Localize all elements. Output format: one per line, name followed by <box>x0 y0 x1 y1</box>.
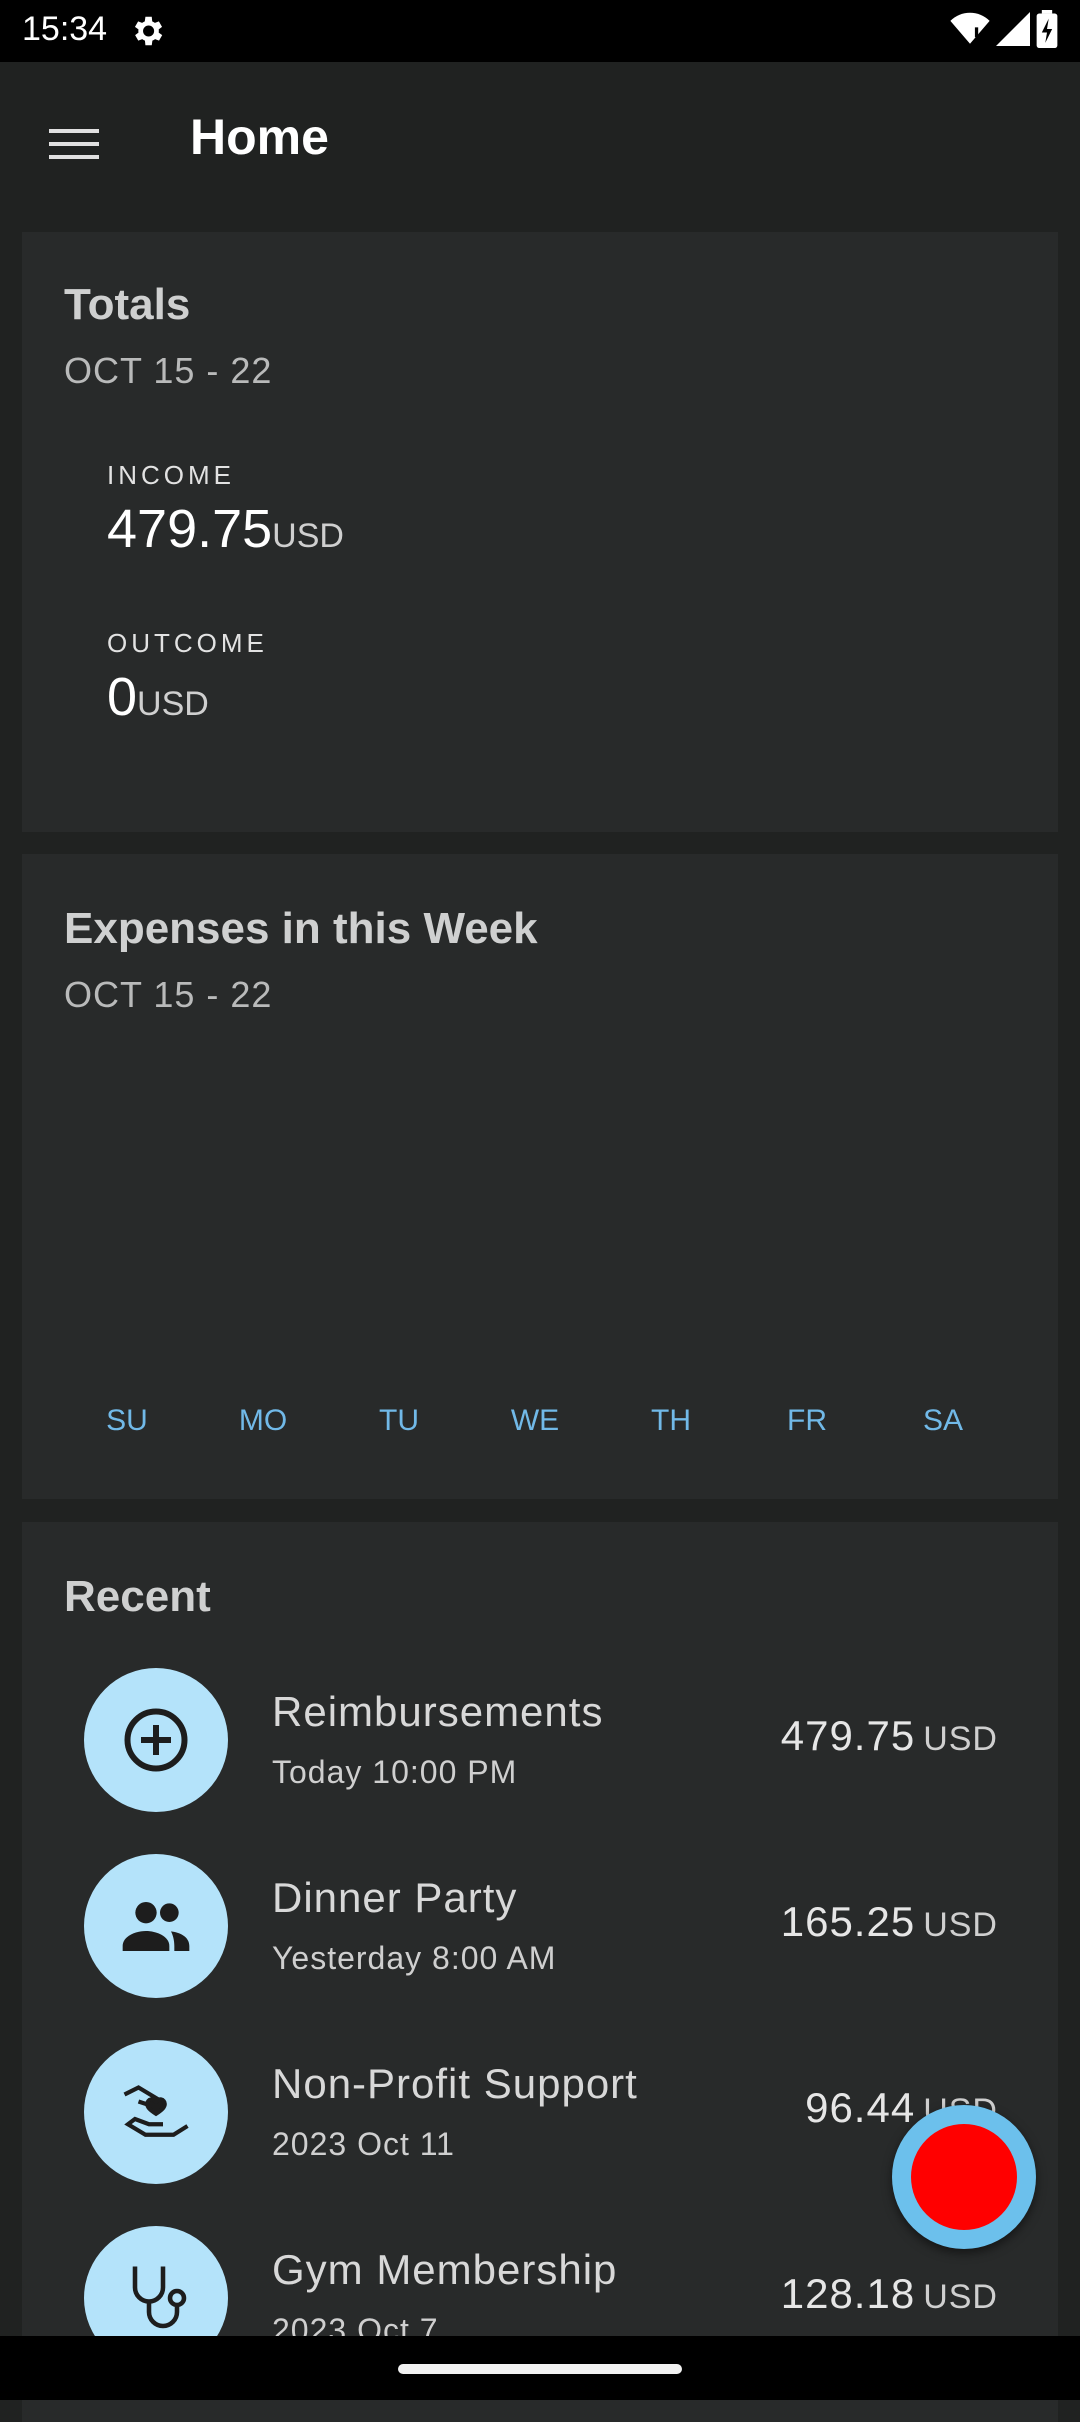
home-gesture-handle[interactable] <box>398 2364 682 2374</box>
transaction-amount: 165.25 USD <box>781 1898 998 1946</box>
amount-unit: USD <box>923 1720 998 1758</box>
day-label: TH <box>651 1404 691 1437</box>
totals-range: OCT 15 - 22 <box>64 350 273 391</box>
totals-title: Totals <box>64 280 191 329</box>
day-label: TU <box>379 1404 419 1437</box>
transaction-name: Non-Profit Support <box>272 2060 638 2107</box>
status-time: 15:34 <box>22 10 108 48</box>
app-bar: Home <box>0 62 1080 230</box>
week-title: Expenses in this Week <box>64 904 538 953</box>
amount-unit: USD <box>923 2278 998 2316</box>
day-label: SA <box>922 1404 964 1437</box>
outcome-unit: USD <box>137 685 209 723</box>
people-icon <box>84 1854 228 1998</box>
status-bar: 15:34 <box>0 0 1080 62</box>
week-range: OCT 15 - 22 <box>64 974 273 1015</box>
system-nav-bar <box>0 2336 1080 2400</box>
outcome-amount: 0USD <box>107 666 209 728</box>
transaction-date: Yesterday 8:00 AM <box>272 1940 557 1976</box>
income-amount: 479.75USD <box>107 498 344 560</box>
amount-value: 479.75 <box>780 1712 916 1759</box>
income-value: 479.75 <box>107 499 273 559</box>
list-item[interactable]: Dinner Party Yesterday 8:00 AM 165.25 USD <box>22 1854 1058 2024</box>
day-label: FR <box>787 1404 827 1437</box>
hamburger-menu-icon <box>49 127 99 166</box>
day-label: MO <box>238 1404 288 1437</box>
battery-charging-icon <box>1036 10 1058 48</box>
totals-card: Totals OCT 15 - 22 INCOME 479.75USD OUTC… <box>22 232 1058 832</box>
transaction-name: Dinner Party <box>272 1874 518 1921</box>
amount-value: 165.25 <box>780 1898 916 1945</box>
transaction-amount: 479.75 USD <box>781 1712 998 1760</box>
record-icon <box>911 2124 1017 2230</box>
signal-icon <box>996 11 1030 47</box>
record-fab-button[interactable] <box>892 2105 1036 2249</box>
transaction-date: Today 10:00 PM <box>272 1754 518 1790</box>
charity-hands-icon <box>84 2040 228 2184</box>
income-label: INCOME <box>107 460 235 490</box>
menu-button[interactable] <box>40 112 108 180</box>
recent-title: Recent <box>64 1572 211 1621</box>
transaction-date: 2023 Oct 11 <box>272 2126 455 2162</box>
day-label: SU <box>106 1404 148 1437</box>
recent-card: Recent Reimbursements Today 10:00 PM 479… <box>22 1522 1058 2422</box>
add-circle-icon <box>84 1668 228 1812</box>
outcome-value: 0 <box>107 667 138 727</box>
list-item[interactable]: Reimbursements Today 10:00 PM 479.75 USD <box>22 1668 1058 1838</box>
amount-value: 96.44 <box>805 2084 916 2131</box>
transaction-amount: 128.18 USD <box>781 2270 998 2318</box>
wifi-icon <box>950 11 990 47</box>
amount-unit: USD <box>923 1906 998 1944</box>
settings-gear-icon <box>128 12 166 50</box>
weekly-expenses-card: Expenses in this Week OCT 15 - 22 SU MO … <box>22 854 1058 1499</box>
transaction-name: Reimbursements <box>272 1688 604 1735</box>
amount-value: 128.18 <box>780 2270 916 2317</box>
outcome-label: OUTCOME <box>107 628 268 658</box>
transaction-name: Gym Membership <box>272 2246 618 2293</box>
page-title: Home <box>190 109 329 165</box>
day-label: WE <box>510 1404 560 1437</box>
income-unit: USD <box>272 517 344 555</box>
